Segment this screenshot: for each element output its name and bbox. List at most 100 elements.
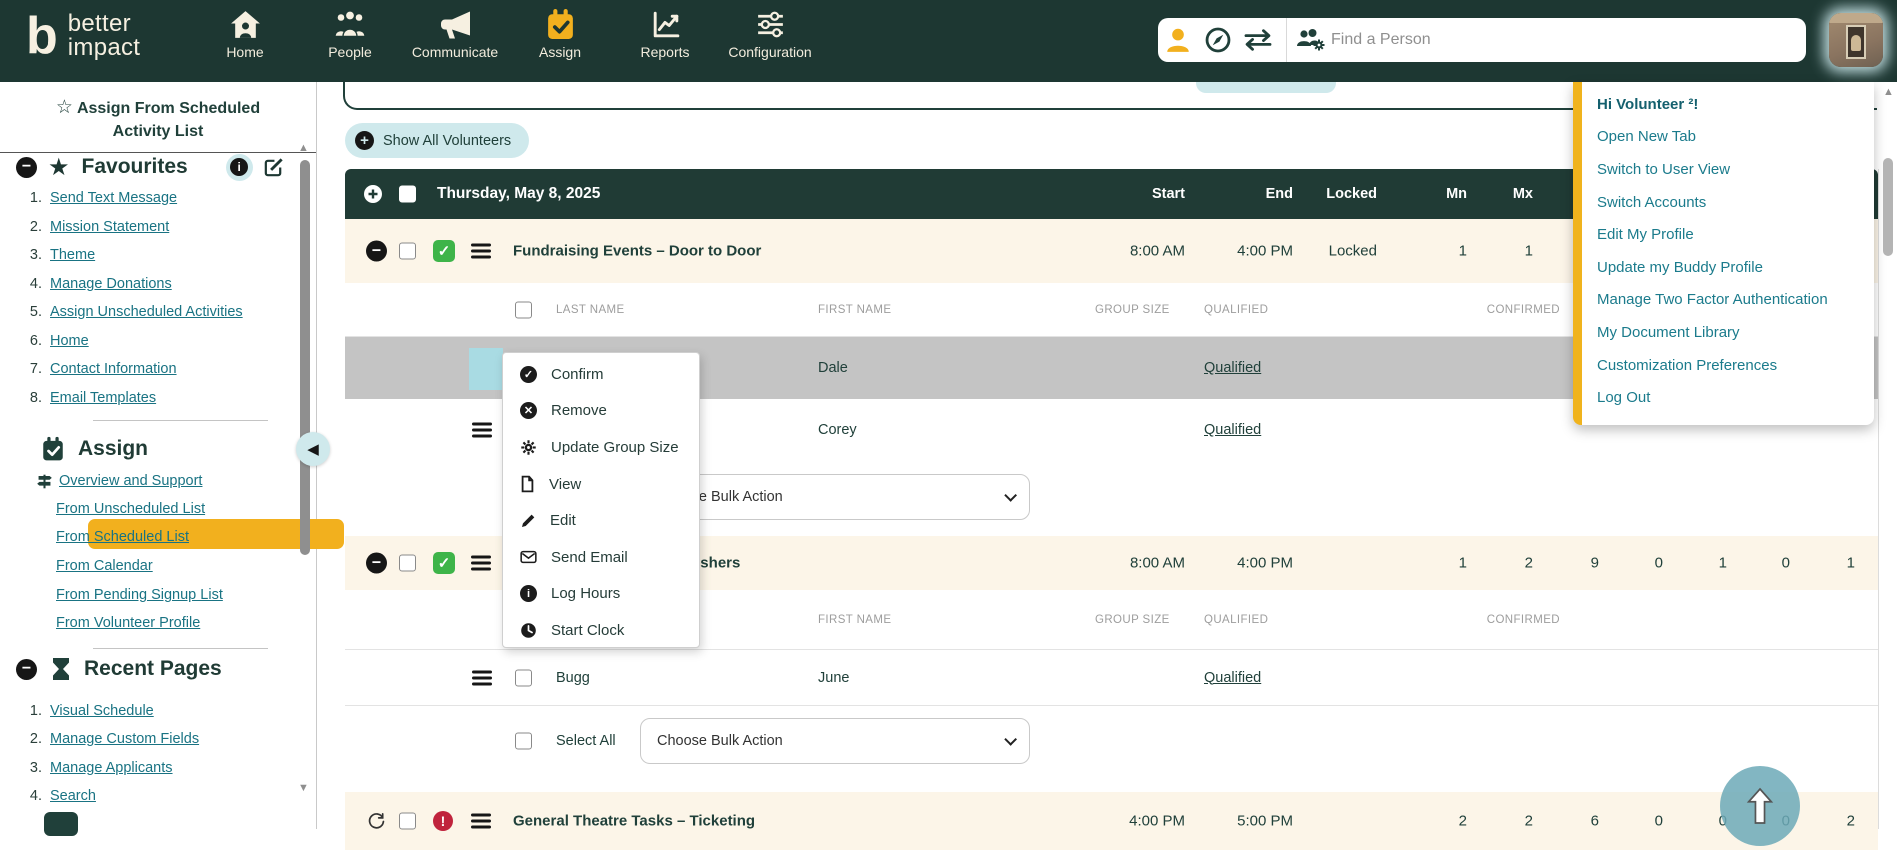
better-impact-logo[interactable]: b better impact (26, 10, 141, 62)
link-contact-information[interactable]: Contact Information (50, 361, 177, 377)
nav-item-assign[interactable]: Assign (505, 8, 615, 60)
select-all-checkbox[interactable] (515, 732, 532, 750)
chevron-down-icon (1004, 732, 1017, 746)
scroll-to-top-button[interactable] (1720, 766, 1800, 846)
green-check-icon[interactable]: ✓ (433, 552, 455, 574)
menu-item-update-group-size[interactable]: Update Group Size (503, 429, 699, 466)
menu-item-update-buddy-profile[interactable]: Update my Buddy Profile (1582, 251, 1874, 284)
activity-menu-icon[interactable] (471, 811, 491, 832)
link-manage-applicants[interactable]: Manage Applicants (50, 760, 173, 776)
page-scrollbar-thumb[interactable] (1883, 158, 1893, 256)
activity-checkbox[interactable] (399, 554, 416, 572)
bulk-action-select[interactable]: Choose Bulk Action (640, 718, 1030, 764)
nav-item-communicate[interactable]: Communicate (400, 8, 510, 60)
recent-item: 2. Manage Custom Fields (29, 730, 200, 747)
menu-item-open-new-tab[interactable]: Open New Tab (1582, 121, 1874, 154)
sidebar-collapse-button[interactable]: ◀ (296, 432, 330, 466)
subtable-select-checkbox[interactable] (515, 301, 532, 318)
collapse-activity-icon[interactable]: − (366, 240, 387, 262)
nav-item-people[interactable]: People (295, 8, 405, 60)
activity-menu-icon[interactable] (471, 553, 491, 574)
menu-item-switch-user-view[interactable]: Switch to User View (1582, 153, 1874, 186)
recurring-icon[interactable] (367, 812, 386, 831)
link-manage-custom-fields[interactable]: Manage Custom Fields (50, 731, 199, 747)
menu-item-remove[interactable]: ✕ Remove (503, 393, 699, 430)
hourglass-icon (51, 657, 71, 681)
favourite-item: 5. Assign Unscheduled Activities (29, 303, 243, 320)
menu-item-customization-preferences[interactable]: Customization Preferences (1582, 349, 1874, 382)
link-visual-schedule[interactable]: Visual Schedule (50, 703, 154, 719)
activity-checkbox[interactable] (399, 242, 416, 260)
menu-item-log-hours[interactable]: i Log Hours (503, 576, 699, 613)
date-title: Thursday, May 8, 2025 (437, 185, 601, 202)
qualified-link[interactable]: Qualified (1204, 422, 1261, 438)
sidebar-scrollbar-thumb[interactable] (300, 160, 310, 555)
row-menu-icon[interactable] (472, 667, 492, 688)
col-end: End (1265, 186, 1293, 202)
section-divider (93, 420, 268, 421)
link-home[interactable]: Home (50, 333, 89, 349)
info-icon[interactable]: i (225, 153, 253, 181)
menu-item-send-email[interactable]: Send Email (503, 539, 699, 576)
activity-checkbox[interactable] (399, 812, 416, 830)
sidebar-scroll-up[interactable]: ▲ (298, 142, 309, 154)
swap-arrows-icon[interactable] (1238, 18, 1278, 62)
favourite-item: 8. Email Templates (29, 389, 157, 406)
sidebar: ☆ Assign From Scheduled Activity List − ★… (0, 82, 344, 836)
page-icon (520, 475, 535, 493)
show-all-volunteers-button[interactable]: + Show All Volunteers (345, 123, 530, 158)
menu-item-confirm[interactable]: ✓ Confirm (503, 356, 699, 393)
arrow-up-icon (1746, 787, 1774, 824)
favourite-item: 2. Mission Statement (29, 218, 170, 235)
volunteer-row-bugg[interactable]: Bugg June Qualified (345, 650, 1878, 706)
link-theme[interactable]: Theme (50, 247, 95, 263)
nav-item-configuration[interactable]: Configuration (715, 8, 825, 60)
profile-avatar[interactable] (1829, 13, 1883, 67)
find-person-input[interactable] (1331, 20, 1806, 60)
edit-favourites-icon[interactable] (262, 156, 285, 179)
menu-item-manage-2fa[interactable]: Manage Two Factor Authentication (1582, 284, 1874, 317)
row-menu-icon[interactable] (472, 420, 492, 441)
date-select-checkbox[interactable] (399, 185, 416, 203)
chevron-down-icon (1004, 488, 1017, 502)
link-search[interactable]: Search (50, 788, 96, 804)
link-mission-statement[interactable]: Mission Statement (50, 219, 169, 235)
link-email-templates[interactable]: Email Templates (50, 390, 156, 406)
link-assign-unscheduled-activities[interactable]: Assign Unscheduled Activities (50, 304, 243, 320)
sidebar-item-from-calendar: From Calendar (56, 558, 153, 574)
person-icon[interactable] (1158, 18, 1198, 62)
home-icon (229, 8, 262, 41)
collapse-activity-icon[interactable]: − (366, 552, 387, 574)
sliders-icon (754, 8, 787, 41)
nav-item-reports[interactable]: Reports (610, 8, 720, 60)
activity-menu-icon[interactable] (471, 241, 491, 262)
menu-item-my-document-library[interactable]: My Document Library (1582, 316, 1874, 349)
sidebar-scroll-down[interactable]: ▼ (298, 782, 309, 794)
menu-item-edit-my-profile[interactable]: Edit My Profile (1582, 218, 1874, 251)
logo-text: better impact (67, 10, 141, 61)
collapse-recent-icon[interactable]: − (16, 658, 37, 680)
expand-all-icon[interactable] (363, 184, 383, 204)
collapse-favourites-icon[interactable]: − (16, 156, 37, 178)
green-check-icon[interactable]: ✓ (433, 240, 455, 262)
line-chart-icon (649, 8, 682, 41)
qualified-link[interactable]: Qualified (1204, 670, 1261, 686)
gear-icon (520, 439, 537, 456)
menu-item-view[interactable]: View (503, 466, 699, 503)
menu-item-log-out[interactable]: Log Out (1582, 381, 1874, 414)
link-send-text-message[interactable]: Send Text Message (50, 190, 177, 206)
bulk-action-row: Select All Choose Bulk Action (345, 706, 1878, 776)
menu-trigger-highlight (469, 348, 503, 390)
x-circle-icon: ✕ (520, 402, 537, 420)
compass-icon[interactable] (1198, 18, 1238, 62)
page-scroll-up[interactable]: ▲ (1883, 86, 1894, 98)
nav-item-home[interactable]: Home (190, 8, 300, 60)
link-manage-donations[interactable]: Manage Donations (50, 276, 172, 292)
menu-item-edit[interactable]: Edit (503, 502, 699, 539)
row-checkbox[interactable] (515, 669, 532, 686)
menu-item-start-clock[interactable]: Start Clock (503, 612, 699, 649)
qualified-link[interactable]: Qualified (1204, 360, 1261, 376)
menu-item-greeting: Hi Volunteer ²! (1597, 95, 1699, 113)
partially-hidden-button[interactable] (1196, 82, 1336, 93)
menu-item-switch-accounts[interactable]: Switch Accounts (1582, 186, 1874, 219)
